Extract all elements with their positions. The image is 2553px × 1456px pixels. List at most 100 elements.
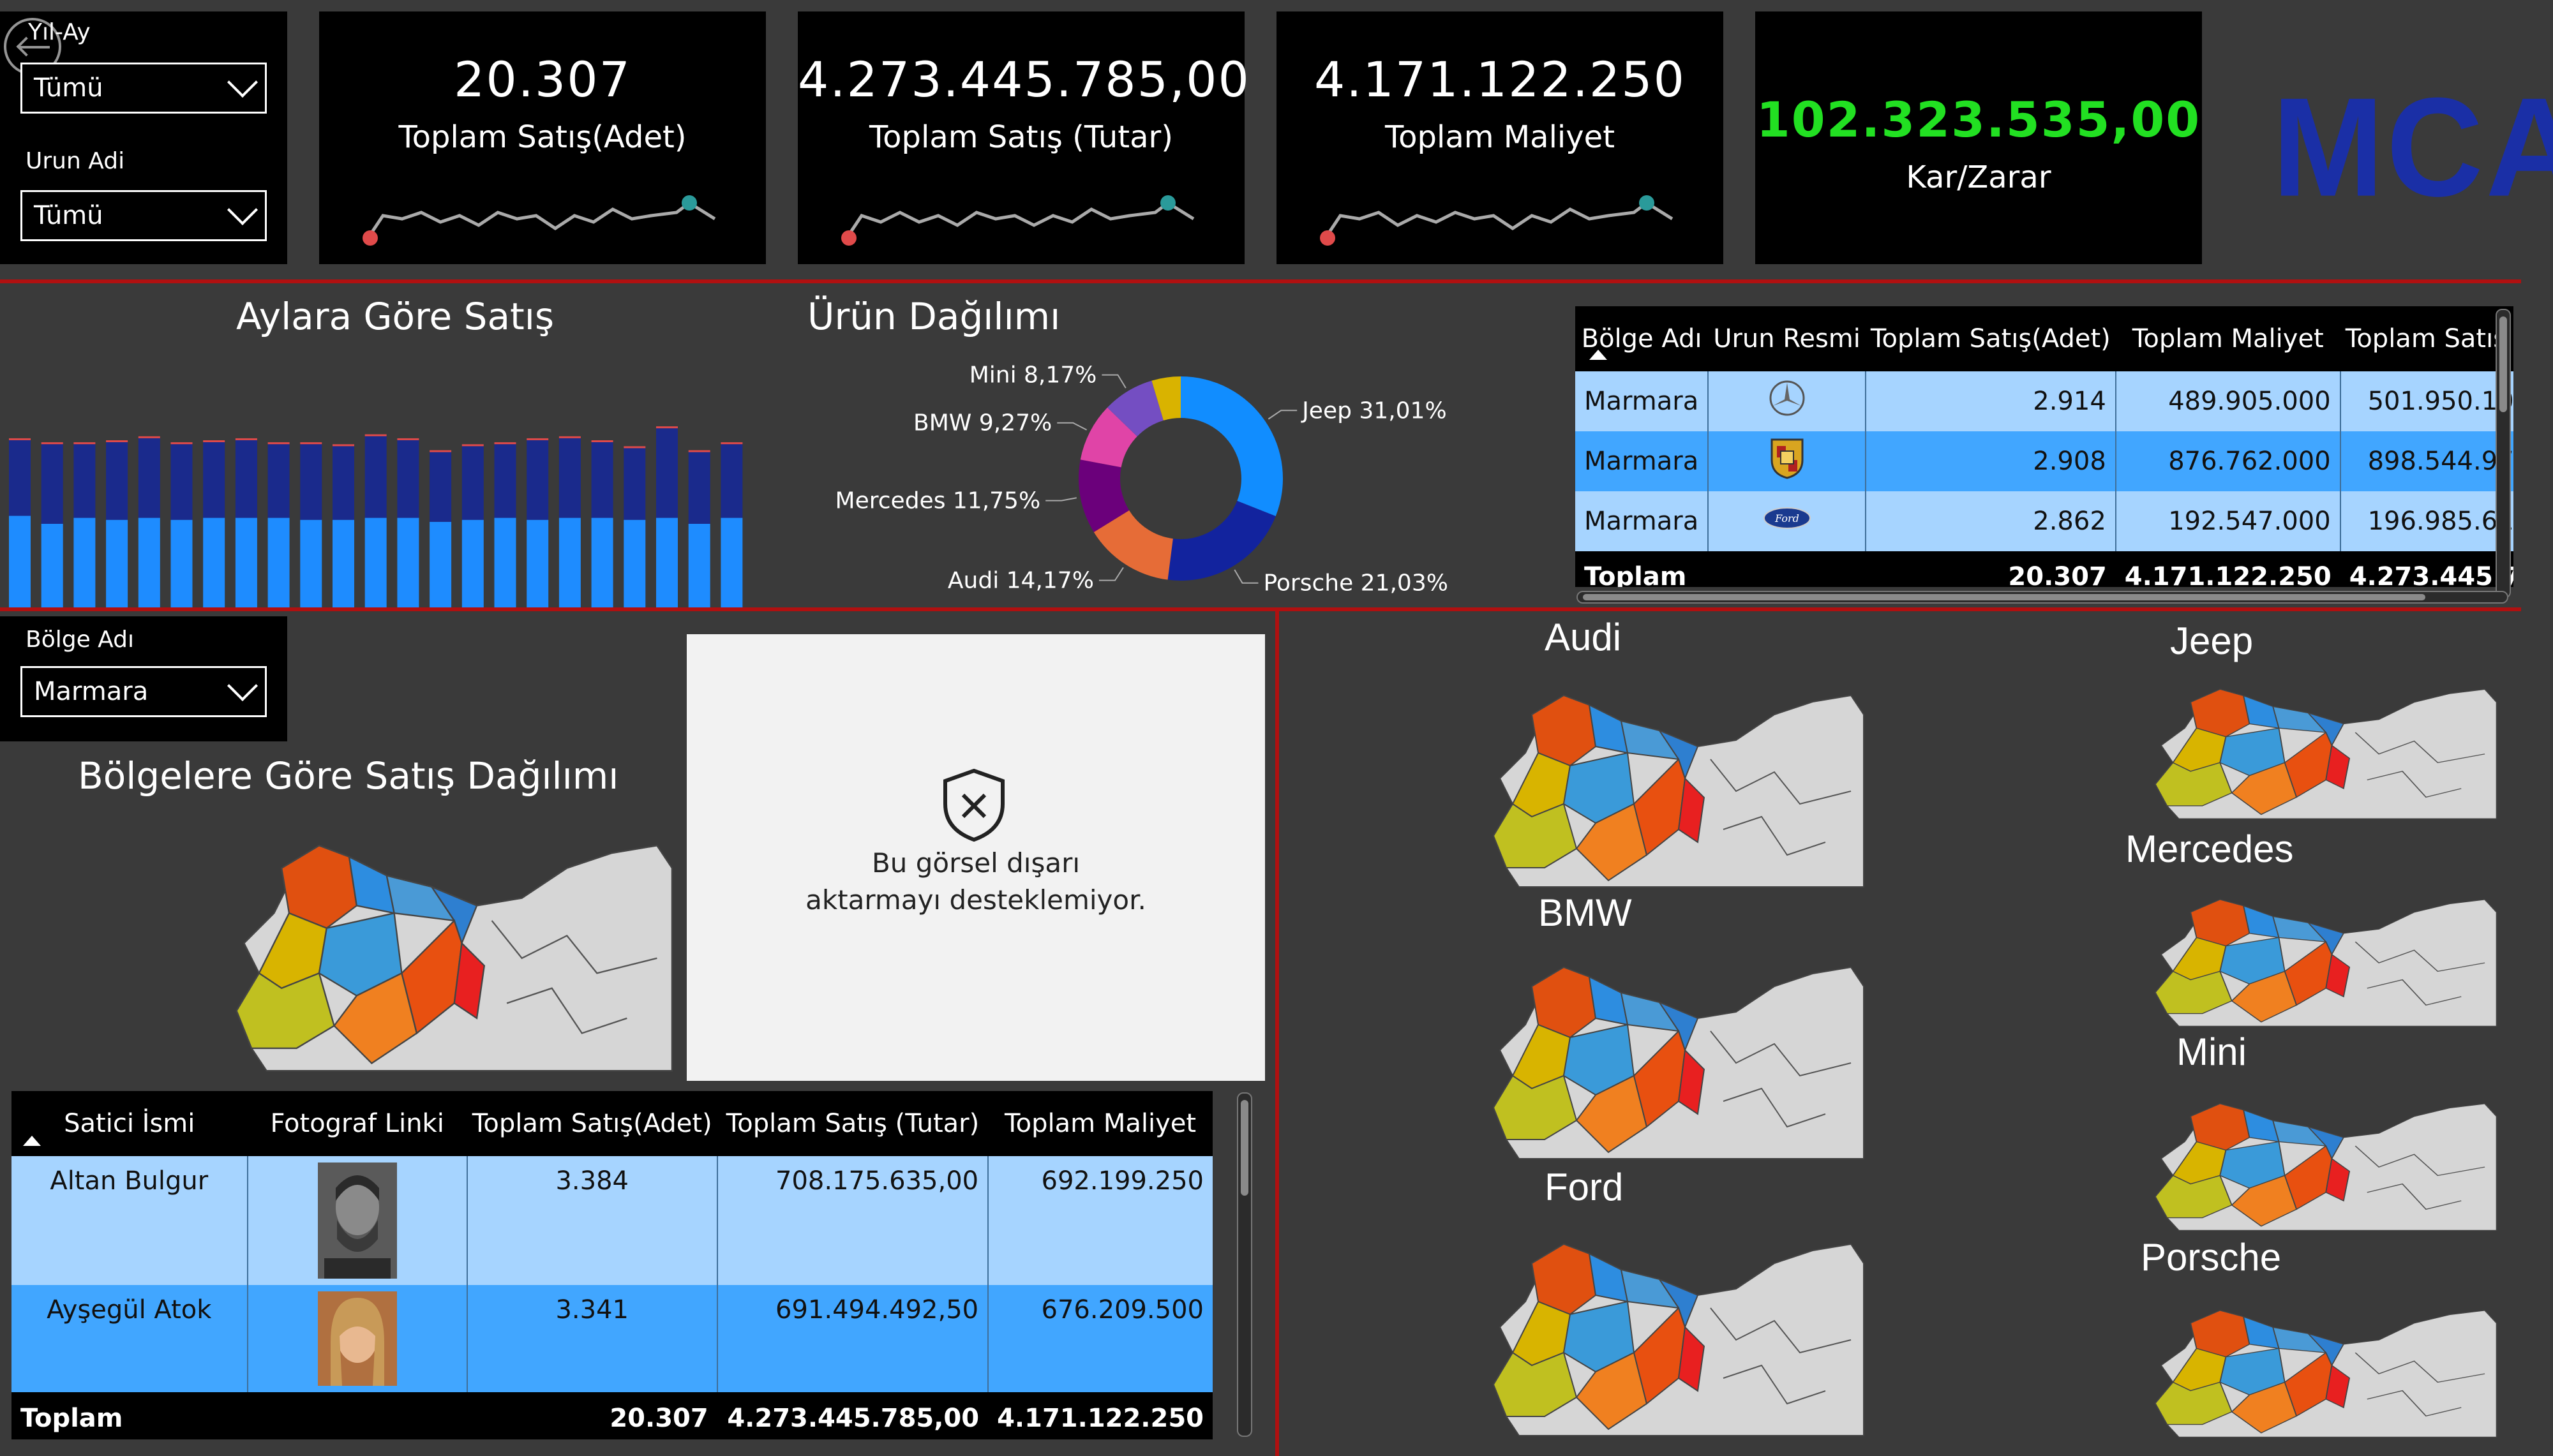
column-header[interactable]: Bölge Adı — [1575, 306, 1708, 371]
bar-top-marker — [591, 440, 613, 443]
bar-segment-dark[interactable] — [138, 438, 160, 518]
bar-segment-light[interactable] — [494, 517, 516, 607]
bar-segment-light[interactable] — [397, 517, 419, 607]
horizontal-scrollbar[interactable] — [1576, 591, 2508, 604]
column-header[interactable]: Toplam Maliyet — [988, 1091, 1213, 1156]
table-row[interactable]: Marmara 2.914 489.905.000 501.950.100, — [1575, 371, 2513, 431]
brand-map-porsche[interactable] — [2132, 1298, 2508, 1441]
bar-segment-dark[interactable] — [170, 444, 193, 520]
bar-segment-light[interactable] — [300, 519, 322, 607]
bar-segment-light[interactable] — [41, 523, 63, 607]
vertical-scrollbar[interactable] — [2496, 309, 2511, 598]
column-header[interactable]: Toplam Satış (Tutar) — [717, 1091, 988, 1156]
sales-cell: 691.494.492,50 — [717, 1285, 989, 1392]
donut-slice-jeep[interactable] — [1181, 376, 1283, 516]
bar-segment-dark[interactable] — [397, 440, 419, 518]
column-header[interactable]: Satici İsmi — [11, 1091, 248, 1156]
bar-segment-dark[interactable] — [41, 444, 63, 524]
bar-segment-dark[interactable] — [591, 442, 613, 518]
bar-segment-light[interactable] — [558, 517, 581, 607]
bar-segment-light[interactable] — [430, 521, 452, 607]
bar-segment-light[interactable] — [138, 517, 160, 607]
donut-slice-porsche[interactable] — [1167, 501, 1276, 581]
table-row[interactable]: Altan Bulgur 3.384 708.175.635,00 692.19… — [11, 1156, 1213, 1285]
total-qty: 20.307 — [467, 1392, 717, 1439]
kpi-value: 102.323.535,00 — [1756, 91, 2201, 148]
monthly-sales-chart — [9, 426, 743, 607]
bar-segment-dark[interactable] — [73, 444, 96, 518]
bar-segment-light[interactable] — [267, 517, 290, 607]
bar-segment-dark[interactable] — [9, 440, 31, 516]
brand-map-ford[interactable] — [1468, 1225, 1876, 1442]
bar-segment-light[interactable] — [9, 516, 31, 607]
seller-photo — [247, 1285, 468, 1392]
brand-map-mercedes[interactable] — [2132, 887, 2508, 1030]
bar-segment-light[interactable] — [624, 519, 646, 607]
bar-segment-dark[interactable] — [235, 440, 257, 518]
bar-segment-dark[interactable] — [494, 444, 516, 518]
leader-line — [1057, 422, 1088, 431]
brand-map-audi[interactable] — [1468, 676, 1876, 893]
chevron-down-icon — [227, 194, 258, 226]
qty-cell: 3.341 — [467, 1285, 718, 1392]
bar-segment-dark[interactable] — [624, 448, 646, 520]
table-row[interactable]: Marmara 2.908 876.762.000 898.544.970, — [1575, 431, 2513, 491]
brand-map-bmw[interactable] — [1468, 948, 1876, 1165]
bar-segment-light[interactable] — [461, 519, 484, 607]
bar-segment-dark[interactable] — [527, 440, 549, 520]
leader-line — [1234, 569, 1259, 584]
bar-top-marker — [527, 438, 549, 440]
bar-segment-dark[interactable] — [267, 444, 290, 518]
region-dropdown[interactable]: Marmara — [20, 666, 267, 717]
column-header[interactable]: Toplam Satış (T — [2340, 306, 2513, 371]
bar-segment-light[interactable] — [73, 517, 96, 607]
shield-x-icon — [943, 768, 1005, 842]
bar-segment-light[interactable] — [170, 519, 193, 607]
bar-segment-dark[interactable] — [688, 452, 710, 524]
map-title-bmw: BMW — [1538, 891, 1632, 934]
seller-table[interactable]: Satici İsmi Fotograf Linki Toplam Satış(… — [11, 1091, 1213, 1439]
region-table[interactable]: Bölge Adı Urun Resmi Toplam Satış(Adet) … — [1575, 306, 2513, 587]
bar-segment-dark[interactable] — [656, 428, 678, 518]
bar-segment-dark[interactable] — [203, 442, 225, 518]
column-header[interactable]: Urun Resmi — [1708, 306, 1866, 371]
product-dropdown[interactable]: Tümü — [20, 190, 267, 241]
table-row[interactable]: Marmara Ford 2.862 192.547.000 196.985.6… — [1575, 491, 2513, 551]
bar-segment-dark[interactable] — [430, 452, 452, 522]
bar-segment-light[interactable] — [527, 519, 549, 607]
column-header[interactable]: Toplam Satış(Adet) — [1866, 306, 2116, 371]
bar-segment-light[interactable] — [688, 523, 710, 607]
vertical-scrollbar[interactable] — [1237, 1092, 1252, 1437]
bar-segment-light[interactable] — [203, 517, 225, 607]
bar-segment-dark[interactable] — [558, 438, 581, 518]
brand-map-mini[interactable] — [2132, 1091, 2508, 1235]
bar-segment-light[interactable] — [656, 517, 678, 607]
kpi-value: 20.307 — [454, 51, 631, 108]
brand-map-jeep[interactable] — [2132, 676, 2508, 823]
sort-asc-icon[interactable] — [1589, 350, 1607, 360]
column-header[interactable]: Toplam Satış(Adet) — [467, 1091, 717, 1156]
column-header[interactable]: Toplam Maliyet — [2116, 306, 2340, 371]
bar-segment-light[interactable] — [364, 517, 387, 607]
seller-name-cell: Altan Bulgur — [11, 1156, 248, 1285]
bar-segment-light[interactable] — [591, 517, 613, 607]
bar-segment-dark[interactable] — [461, 446, 484, 520]
sort-asc-icon[interactable] — [23, 1136, 41, 1146]
region-sales-map[interactable] — [204, 823, 689, 1078]
bar-segment-light[interactable] — [106, 519, 128, 607]
monthly-chart-title: Aylara Göre Satış — [236, 295, 555, 338]
bar-segment-dark[interactable] — [300, 444, 322, 520]
bar-segment-dark[interactable] — [364, 436, 387, 518]
total-cost: 4.171.122.250 — [988, 1392, 1213, 1439]
sparkline — [841, 195, 1195, 246]
bar-segment-light[interactable] — [235, 517, 257, 607]
column-header[interactable]: Fotograf Linki — [248, 1091, 467, 1156]
table-row[interactable]: Ayşegül Atok 3.341 691.494.492,50 676.20… — [11, 1285, 1213, 1392]
bar-segment-dark[interactable] — [721, 444, 743, 518]
bar-top-marker — [235, 438, 257, 440]
year-month-dropdown[interactable]: Tümü — [20, 63, 267, 114]
bar-segment-light[interactable] — [333, 519, 354, 607]
bar-segment-light[interactable] — [721, 517, 743, 607]
bar-segment-dark[interactable] — [333, 446, 354, 520]
bar-segment-dark[interactable] — [106, 442, 128, 520]
